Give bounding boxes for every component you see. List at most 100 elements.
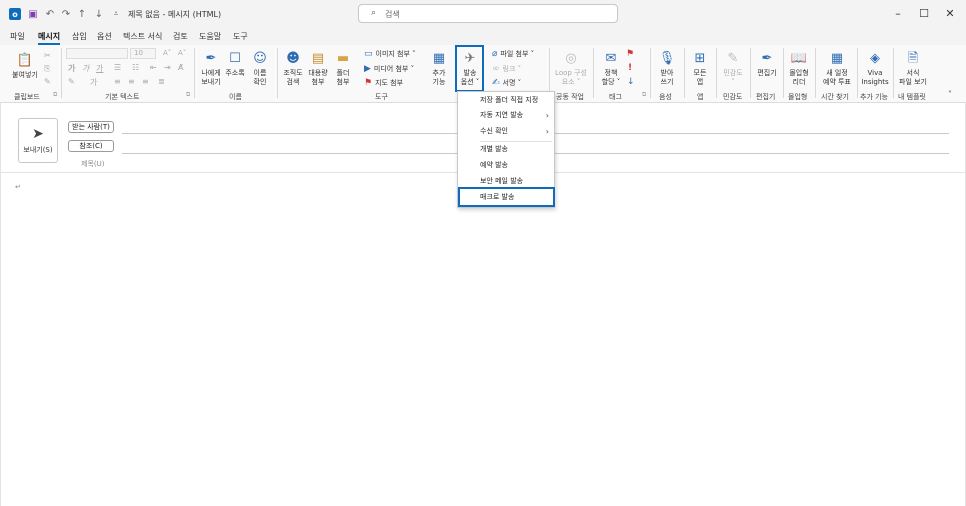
address-book-button[interactable]: ☐ 주소록 — [223, 49, 247, 78]
tab-insert[interactable]: 삽입 — [72, 31, 87, 42]
immersive-reader-button[interactable]: 📖 몰입형 리더 — [786, 49, 812, 87]
align-right-icon[interactable]: ≡ — [142, 77, 149, 86]
editor-button[interactable]: ✒ 편집기 — [754, 49, 780, 78]
subject-label: 제목(U) — [81, 160, 105, 168]
grow-font-icon[interactable]: A˄ — [163, 49, 171, 57]
bold-icon[interactable]: 가 — [68, 63, 75, 74]
collapse-ribbon-icon[interactable]: ˅ — [948, 90, 952, 99]
addins-button[interactable]: ▦ 추가 기능 — [427, 49, 451, 87]
group-names-label: 이름 — [229, 93, 242, 101]
org-chart-icon: ☻ — [286, 50, 300, 66]
to-button[interactable]: 받는 사람(T) — [68, 121, 114, 133]
align-left-icon[interactable]: ≡ — [114, 77, 121, 86]
policy-assign-button[interactable]: ✉ 정책 할당 ˅ — [597, 49, 625, 87]
cc-button[interactable]: 참조(C) — [68, 140, 114, 152]
high-importance-icon[interactable]: ! — [628, 63, 632, 73]
tags-launcher-icon[interactable]: ⧉ — [642, 91, 646, 99]
justify-icon[interactable]: ≣ — [158, 77, 165, 86]
menu-item-scheduled-send[interactable]: 예약 발송 — [458, 158, 554, 173]
box-icon: ▤ — [311, 50, 325, 66]
sensitivity-button[interactable]: ✎ 민감도 ˅ — [720, 49, 746, 87]
maximize-icon[interactable]: ☐ — [914, 6, 934, 22]
reader-icon: 📖 — [790, 50, 808, 66]
group-voice-label: 음성 — [659, 93, 672, 101]
cut-icon[interactable]: ✂ — [44, 51, 51, 60]
group-basic-text-label: 기본 텍스트 — [105, 93, 140, 101]
menu-item-individual-send[interactable]: 개별 발송 — [458, 142, 554, 157]
media-attach-button[interactable]: ▶ 미디어 첨부 ˅ — [364, 64, 414, 74]
low-importance-icon[interactable]: ↓ — [627, 77, 635, 87]
font-size-box[interactable]: 10 — [130, 48, 156, 59]
tab-help[interactable]: 도움말 — [199, 31, 221, 42]
clear-format-icon[interactable]: A̸ — [178, 63, 183, 72]
paste-button[interactable]: 📋 붙여넣기 — [10, 51, 40, 80]
bullets-icon[interactable]: ☰ — [114, 63, 121, 72]
map-attach-button[interactable]: ⚑ 지도 첨부 — [364, 78, 403, 88]
new-poll-button[interactable]: ▦ 새 일정 예약 투표 — [818, 49, 856, 87]
underline-icon[interactable]: 가 — [96, 63, 103, 74]
group-my-templates-label: 내 템플릿 — [898, 93, 926, 101]
highlight-icon[interactable]: ✎ — [68, 77, 75, 86]
redo-icon[interactable]: ↷ — [60, 8, 72, 20]
align-center-icon[interactable]: ≡ — [128, 77, 135, 86]
addins-icon: ▦ — [432, 50, 446, 66]
group-find-time-label: 시간 찾기 — [821, 93, 849, 101]
image-attach-button[interactable]: ▭ 이미지 첨부 ˅ — [364, 49, 416, 59]
loop-icon: ◎ — [565, 50, 577, 66]
tab-message[interactable]: 메시지 — [38, 31, 60, 42]
folder-icon: ▬ — [336, 50, 350, 66]
tab-file[interactable]: 파일 — [10, 31, 25, 42]
tab-options[interactable]: 옵션 — [97, 31, 112, 42]
view-templates-button[interactable]: 🗎 서식 파일 보기 — [896, 49, 930, 87]
search-box[interactable]: ⌕ 검색 — [358, 4, 618, 23]
group-tags-label: 태그 — [609, 93, 622, 101]
check-names-button[interactable]: ☺ 이름 확인 — [249, 49, 271, 87]
increase-indent-icon[interactable]: ⇥ — [164, 63, 171, 72]
outlook-logo-icon: o — [9, 8, 21, 20]
all-apps-button[interactable]: ⊞ 모든 앱 — [688, 49, 712, 87]
shrink-font-icon[interactable]: A˅ — [178, 49, 186, 57]
copy-icon[interactable]: ⎘ — [44, 64, 50, 74]
menu-item-read-receipt[interactable]: 수신 확인 › — [458, 124, 554, 139]
arrow-down-icon[interactable]: ↓ — [93, 8, 105, 20]
signature-button[interactable]: ✍ 서명 ˅ — [492, 78, 521, 88]
numbering-icon[interactable]: ☷ — [132, 63, 139, 72]
format-painter-icon[interactable]: ✎ — [44, 77, 51, 86]
menu-item-auto-delay[interactable]: 자동 지연 발송 › — [458, 108, 554, 123]
viva-insights-icon: ◈ — [870, 50, 880, 66]
clipboard-icon: 📋 — [16, 52, 34, 68]
map-pin-icon: ⚑ — [364, 78, 373, 88]
italic-icon[interactable]: 가 — [82, 63, 89, 74]
font-name-box[interactable] — [66, 48, 128, 59]
decrease-indent-icon[interactable]: ⇤ — [150, 63, 157, 72]
macro-send-highlight — [458, 187, 555, 207]
undo-icon[interactable]: ↶ — [44, 8, 56, 20]
font-color-icon[interactable]: 가 — [90, 77, 97, 88]
send-to-me-button[interactable]: ✒ 나에게 보내기 — [198, 49, 224, 87]
tab-format-text[interactable]: 텍스트 서식 — [123, 31, 162, 42]
save-icon[interactable]: ▣ — [27, 8, 39, 20]
menu-item-save-folder[interactable]: 저장 폴더 직접 지정 — [458, 93, 554, 108]
folder-attach-button[interactable]: ▬ 폴더 첨부 — [332, 49, 354, 87]
loop-component-button[interactable]: ◎ Loop 구성 요소 ˅ — [553, 49, 589, 87]
tab-tools[interactable]: 도구 — [233, 31, 248, 42]
link-button[interactable]: ∞ 링크 ˅ — [492, 64, 521, 74]
arrow-up-icon[interactable]: ↑ — [76, 8, 88, 20]
viva-insights-button[interactable]: ◈ Viva Insights — [859, 49, 891, 87]
template-file-icon: 🗎 — [907, 50, 919, 66]
file-attach-button[interactable]: ⌀ 파일 첨부 ˅ — [492, 49, 534, 59]
link-icon: ∞ — [492, 64, 500, 74]
org-search-button[interactable]: ☻ 조직도 검색 — [281, 49, 305, 87]
minimize-icon[interactable]: – — [888, 6, 908, 22]
tab-review[interactable]: 검토 — [173, 31, 188, 42]
submenu-arrow-icon: › — [545, 111, 549, 120]
customize-toolbar-icon[interactable]: ⩡ — [110, 8, 122, 20]
send-button[interactable]: ➤ 보내기(S) — [18, 118, 58, 163]
close-icon[interactable]: ✕ — [940, 6, 960, 22]
large-attach-button[interactable]: ▤ 대용량 첨부 — [306, 49, 330, 87]
group-tools-label: 도구 — [375, 93, 388, 101]
basic-text-launcher-icon[interactable]: ⧉ — [186, 91, 190, 99]
clipboard-launcher-icon[interactable]: ⧉ — [53, 91, 57, 99]
dictate-button[interactable]: 🎙 받아 쓰기 — [654, 49, 680, 87]
flag-icon[interactable]: ⚑ — [626, 49, 634, 59]
